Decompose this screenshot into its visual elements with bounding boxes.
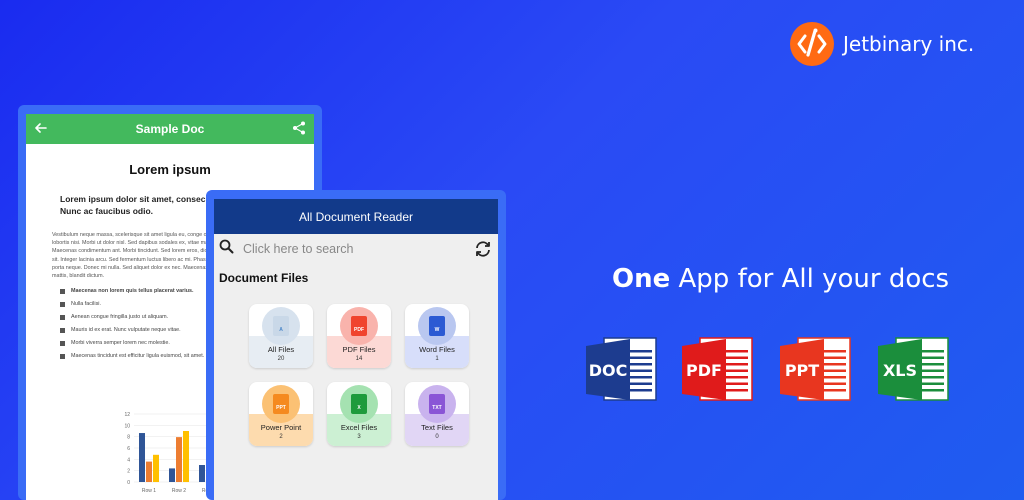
tile-name: Power Point xyxy=(260,423,302,432)
tile-name: Excel Files xyxy=(340,423,378,432)
category-tile[interactable]: W Word Files 1 xyxy=(405,304,469,368)
doc-list-text: Mauris id ex erat. Nunc vulputate neque … xyxy=(71,327,181,334)
chart-tick-label: 8 xyxy=(127,435,130,441)
refresh-icon[interactable] xyxy=(473,239,493,264)
category-tile[interactable]: A All Files 20 xyxy=(249,304,313,368)
category-tile[interactable]: TXT Text Files 0 xyxy=(405,382,469,446)
pdf-icon: PDF xyxy=(351,316,367,336)
file-type-label: PDF xyxy=(686,361,722,380)
doc-list-text: Maecenas tincidunt est efficitur ligula … xyxy=(71,353,205,360)
tile-name: Word Files xyxy=(419,345,455,354)
search-icon[interactable] xyxy=(219,239,234,259)
category-tile[interactable]: PPT Power Point 2 xyxy=(249,382,313,446)
chart-bar xyxy=(199,465,205,482)
doc-list-text: Morbi viverra semper lorem nec molestie. xyxy=(71,340,170,347)
doc-list-text: Maecenas non lorem quis tellus placerat … xyxy=(71,288,194,295)
doc-list-text: Nulla facilisi. xyxy=(71,301,101,308)
search-bar[interactable]: Click here to search xyxy=(214,234,498,263)
all-files-icon: A xyxy=(273,316,289,336)
tile-count: 14 xyxy=(355,356,363,362)
search-input[interactable]: Click here to search xyxy=(243,242,353,256)
tile-name: Text Files xyxy=(421,423,453,432)
category-tile[interactable]: PDF PDF Files 14 xyxy=(327,304,391,368)
chart-tick-label: 10 xyxy=(124,423,130,429)
pdf-file-icon: PDF xyxy=(680,334,754,404)
xls-file-icon: XLS xyxy=(876,334,950,404)
chart-bar xyxy=(183,431,189,482)
chart-bar xyxy=(176,437,182,482)
tagline-strong: One xyxy=(612,264,671,294)
tile-count: 20 xyxy=(277,356,285,362)
bullet-icon xyxy=(60,327,65,333)
doc-file-icon: DOC xyxy=(584,334,658,404)
chart-bar xyxy=(153,454,159,482)
jetbinary-logo-icon xyxy=(790,22,834,66)
tile-count: 1 xyxy=(435,356,439,362)
doc-heading: Lorem ipsum xyxy=(129,162,211,177)
chart-category-label: Row 2 xyxy=(172,488,186,494)
tile-name: PDF Files xyxy=(342,345,376,354)
tile-count: 0 xyxy=(435,434,439,440)
file-type-label: DOC xyxy=(589,361,628,380)
chart-tick-label: 6 xyxy=(127,446,130,452)
doc-list-text: Aenean congue fringilla justo ut aliquam… xyxy=(71,314,169,321)
bullet-icon xyxy=(60,301,65,307)
chart-tick-label: 0 xyxy=(127,480,130,486)
brand: Jetbinary inc. xyxy=(790,22,974,66)
reader-title: All Document Reader xyxy=(298,209,414,224)
tile-count: 2 xyxy=(279,434,283,440)
category-tile[interactable]: X Excel Files 3 xyxy=(327,382,391,446)
word-icon: W xyxy=(429,316,445,336)
sample-doc-title: Sample Doc xyxy=(135,122,205,136)
reader-toolbar: All Document Reader xyxy=(214,199,498,234)
back-arrow-icon[interactable] xyxy=(34,121,48,140)
chart-category-label: Row 1 xyxy=(142,488,156,494)
tagline: One App for All your docs xyxy=(612,264,949,294)
document-files-heading: Document Files xyxy=(219,271,309,285)
ppt-file-icon: PPT xyxy=(778,334,852,404)
bullet-icon xyxy=(60,340,65,346)
file-type-label: XLS xyxy=(883,361,917,380)
file-type-label: PPT xyxy=(785,361,819,380)
tile-name: All Files xyxy=(267,345,295,354)
excel-icon: X xyxy=(351,394,367,414)
sample-doc-toolbar: Sample Doc xyxy=(26,114,314,144)
document-category-grid: A All Files 20 PDF PDF Files 14 W Word Files 1 PP… xyxy=(249,304,469,446)
bullet-icon xyxy=(60,314,65,320)
chart-tick-label: 12 xyxy=(124,412,130,418)
brand-name: Jetbinary inc. xyxy=(843,32,975,56)
bullet-icon xyxy=(60,288,65,294)
share-icon[interactable] xyxy=(292,121,306,140)
powerpoint-icon: PPT xyxy=(273,394,289,414)
chart-tick-label: 4 xyxy=(127,457,130,463)
tagline-rest: App for All your docs xyxy=(670,264,950,294)
chart-tick-label: 2 xyxy=(127,469,130,475)
text-file-icon: TXT xyxy=(429,394,445,414)
bullet-icon xyxy=(60,353,65,359)
chart-bar xyxy=(139,433,145,482)
chart-bar xyxy=(146,461,152,482)
chart-bar xyxy=(169,468,175,482)
tile-count: 3 xyxy=(357,434,361,440)
reader-screen: All Document Reader Click here to search… xyxy=(206,190,506,500)
